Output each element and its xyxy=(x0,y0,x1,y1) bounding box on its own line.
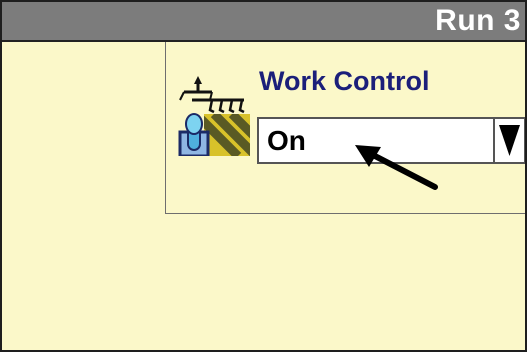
dropdown-toggle-button[interactable] xyxy=(493,119,524,162)
implement-work-control-icon xyxy=(170,72,258,158)
work-control-selected-value: On xyxy=(267,125,306,156)
triangle-down-icon xyxy=(499,125,520,156)
work-control-label: Work Control xyxy=(259,66,430,96)
display-screen: Run 3 Work Control On xyxy=(0,0,527,352)
header-bar: Run 3 xyxy=(2,2,525,42)
pointer-arrow-icon xyxy=(355,145,438,190)
run-title: Run 3 xyxy=(435,4,521,37)
work-control-panel: Work Control On xyxy=(165,42,525,214)
